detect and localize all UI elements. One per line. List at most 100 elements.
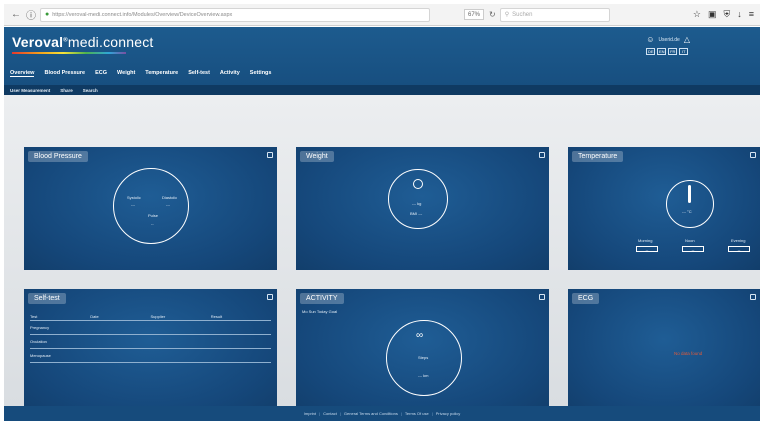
main-nav: Overview Blood Pressure ECG Weight Tempe… bbox=[4, 67, 760, 79]
footer-separator: | bbox=[431, 411, 433, 416]
temperature-card[interactable]: Temperature --- °C Morning Noon Evening … bbox=[568, 147, 760, 270]
user-area: ☺ Userid.de △ DE EN FR IT bbox=[646, 35, 690, 55]
search-icon: ⚲ bbox=[504, 12, 510, 18]
bookmark-star-icon[interactable]: ☆ bbox=[693, 9, 701, 20]
footer-terms-of-use[interactable]: Terms Of use bbox=[405, 411, 429, 416]
bp-systolic-label: Systolic bbox=[127, 195, 141, 200]
footsteps-icon: ∞ bbox=[416, 330, 424, 341]
dashboard: Blood Pressure Systolic --- Diastolic --… bbox=[4, 95, 760, 415]
temp-label-morning: Morning bbox=[638, 238, 653, 243]
thermometer-icon bbox=[688, 185, 691, 203]
warning-icon[interactable]: △ bbox=[684, 35, 690, 44]
expand-icon[interactable] bbox=[750, 152, 756, 158]
nav-blood-pressure[interactable]: Blood Pressure bbox=[44, 70, 85, 76]
table-row[interactable]: Pregnancy bbox=[30, 321, 271, 335]
browser-toolbar: ← ⓘ ● https://veroval-medi.connect.info/… bbox=[4, 4, 760, 26]
footer-imprint[interactable]: Imprint bbox=[304, 411, 316, 416]
row-label: Menopause bbox=[30, 353, 51, 358]
footer-terms[interactable]: General Terms and Conditions bbox=[344, 411, 398, 416]
footer-contact[interactable]: Contact bbox=[323, 411, 337, 416]
footer-privacy[interactable]: Privacy policy bbox=[436, 411, 460, 416]
card-title: ECG bbox=[572, 293, 600, 304]
footer-separator: | bbox=[319, 411, 321, 416]
activity-steps: Steps bbox=[418, 355, 429, 360]
subnav-user-measurement[interactable]: User Measurement bbox=[10, 88, 50, 93]
temp-box-noon: -- bbox=[682, 246, 704, 252]
column-header: Result bbox=[210, 314, 223, 319]
brand-stripe bbox=[12, 52, 126, 54]
column-header: Date bbox=[90, 314, 99, 319]
nav-self-test[interactable]: Self-test bbox=[188, 70, 210, 76]
expand-icon[interactable] bbox=[267, 152, 273, 158]
nav-ecg[interactable]: ECG bbox=[95, 70, 107, 76]
weight-bmi: BMI --- bbox=[410, 211, 423, 216]
table-row[interactable]: Ovulation bbox=[30, 335, 271, 349]
footer-separator: | bbox=[400, 411, 402, 416]
card-title: Blood Pressure bbox=[28, 151, 88, 162]
user-label[interactable]: Userid.de bbox=[658, 37, 679, 43]
table-row[interactable]: Menopause bbox=[30, 349, 271, 363]
app-header: Veroval®medi.connect ☺ Userid.de △ DE EN… bbox=[4, 27, 760, 85]
user-icon[interactable]: ☺ bbox=[646, 35, 654, 44]
toolbar-icons: ☆ ▣ ⛨ ↓ ≡ bbox=[693, 9, 754, 20]
weight-card[interactable]: Weight --- kg BMI --- bbox=[296, 147, 549, 270]
temp-box-morning: -- bbox=[636, 246, 658, 252]
download-icon[interactable]: ↓ bbox=[737, 9, 742, 20]
self-test-card[interactable]: Self-test Test Date Supplier Result Preg… bbox=[24, 289, 277, 415]
temp-label-evening: Evening bbox=[731, 238, 746, 243]
page-info-icon[interactable]: ⓘ bbox=[25, 9, 37, 22]
activity-tabs[interactable]: Mo Sun Today Goal bbox=[302, 309, 337, 314]
menu-icon[interactable]: ≡ bbox=[749, 9, 754, 20]
subnav-share[interactable]: Share bbox=[60, 88, 73, 93]
bp-pulse-value: -- bbox=[151, 221, 154, 226]
card-title: Weight bbox=[300, 151, 334, 162]
reading-list-icon[interactable]: ▣ bbox=[708, 9, 717, 20]
temp-label-noon: Noon bbox=[685, 238, 695, 243]
lang-flag[interactable]: EN bbox=[657, 48, 667, 55]
reload-icon[interactable]: ↻ bbox=[489, 10, 496, 19]
nav-settings[interactable]: Settings bbox=[250, 70, 272, 76]
subnav-search[interactable]: Search bbox=[83, 88, 98, 93]
bp-pulse-label: Pulse bbox=[148, 213, 159, 218]
ecg-no-data: No data found bbox=[674, 351, 703, 356]
activity-card[interactable]: ACTIVITY Mo Sun Today Goal ∞ Steps --- k… bbox=[296, 289, 549, 415]
weight-dial bbox=[388, 169, 448, 229]
column-header: Test bbox=[30, 314, 38, 319]
nav-temperature[interactable]: Temperature bbox=[145, 70, 178, 76]
sub-nav: User Measurement Share Search bbox=[4, 85, 760, 95]
address-bar[interactable]: ● https://veroval-medi.connect.info/Modu… bbox=[40, 7, 430, 22]
back-icon[interactable]: ← bbox=[10, 9, 22, 21]
search-input[interactable]: ⚲ Suchen bbox=[499, 7, 610, 22]
expand-icon[interactable] bbox=[539, 294, 545, 300]
shield-icon[interactable]: ⛨ bbox=[723, 9, 730, 20]
footer: Imprint | Contact | General Terms and Co… bbox=[4, 406, 760, 421]
zoom-level[interactable]: 67% bbox=[464, 9, 485, 20]
self-test-table: Test Date Supplier Result Pregnancy Ovul… bbox=[30, 313, 271, 363]
app-page: Veroval®medi.connect ☺ Userid.de △ DE EN… bbox=[4, 27, 760, 421]
expand-icon[interactable] bbox=[750, 294, 756, 300]
brand-logo[interactable]: Veroval®medi.connect bbox=[12, 34, 154, 50]
temperature-value: --- °C bbox=[682, 209, 692, 214]
bp-diastolic-label: Diastolic bbox=[162, 195, 178, 200]
nav-overview[interactable]: Overview bbox=[10, 70, 35, 77]
blood-pressure-card[interactable]: Blood Pressure Systolic --- Diastolic --… bbox=[24, 147, 277, 270]
footer-separator: | bbox=[339, 411, 341, 416]
lang-flag[interactable]: IT bbox=[679, 48, 689, 55]
bp-diastolic-value: --- bbox=[166, 202, 170, 207]
bp-dial bbox=[113, 168, 189, 244]
lang-flag[interactable]: FR bbox=[668, 48, 678, 55]
bp-systolic-value: --- bbox=[131, 202, 135, 207]
search-placeholder: Suchen bbox=[512, 11, 533, 18]
nav-weight[interactable]: Weight bbox=[117, 70, 135, 76]
expand-icon[interactable] bbox=[267, 294, 273, 300]
table-header: Test Date Supplier Result bbox=[30, 313, 271, 321]
ecg-card[interactable]: ECG No data found bbox=[568, 289, 760, 415]
nav-activity[interactable]: Activity bbox=[220, 70, 240, 76]
activity-distance: --- km bbox=[418, 373, 429, 378]
lang-flag[interactable]: DE bbox=[646, 48, 656, 55]
weight-value: --- kg bbox=[412, 201, 422, 206]
row-label: Ovulation bbox=[30, 339, 47, 344]
expand-icon[interactable] bbox=[539, 152, 545, 158]
temp-box-evening: -- bbox=[728, 246, 750, 252]
column-header: Supplier bbox=[150, 314, 166, 319]
